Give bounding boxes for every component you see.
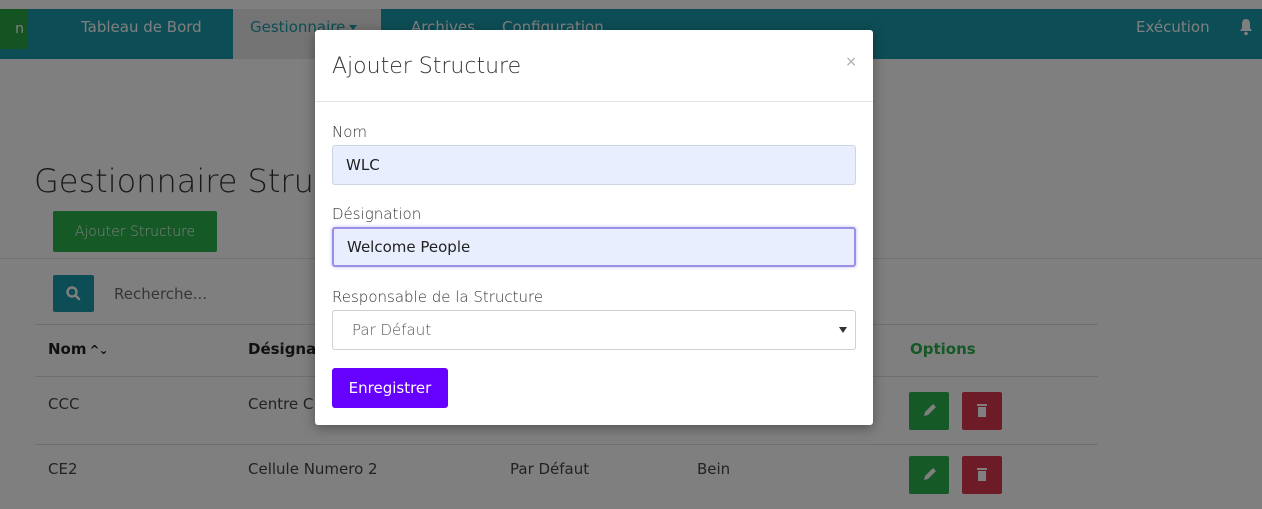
modal-header: Ajouter Structure × <box>315 30 873 102</box>
nom-label: Nom <box>332 123 368 141</box>
dropdown-arrow-icon <box>839 327 847 333</box>
responsable-select[interactable]: Par Défaut <box>332 310 856 350</box>
designation-field[interactable] <box>332 227 856 267</box>
save-button[interactable]: Enregistrer <box>332 368 448 408</box>
responsable-select-value: Par Défaut <box>352 321 432 339</box>
responsable-label: Responsable de la Structure <box>332 288 544 306</box>
modal-title: Ajouter Structure <box>332 54 522 79</box>
designation-label: Désignation <box>332 205 422 223</box>
nom-field[interactable] <box>332 145 856 185</box>
close-icon[interactable]: × <box>845 54 857 70</box>
add-structure-modal: Ajouter Structure × Nom Désignation Resp… <box>315 30 873 425</box>
